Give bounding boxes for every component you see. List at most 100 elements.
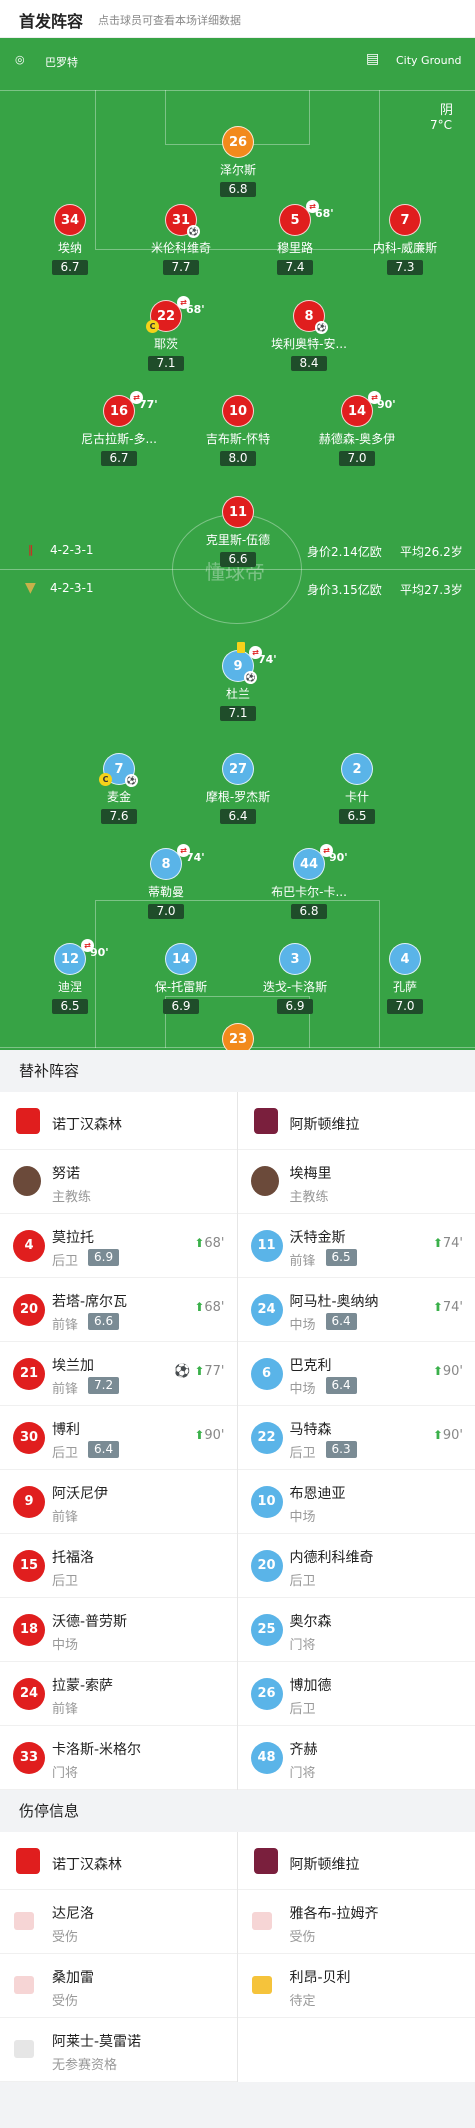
sub-name: 布恩迪亚 (289, 1486, 346, 1502)
sub-player-row[interactable]: 30 博利 后卫 6.4 ⬆90' (0, 1406, 237, 1470)
sub-position: 门将 (52, 1766, 79, 1781)
away-player[interactable]: 23达米安-马丁...7.0 (168, 1023, 308, 1050)
home-player[interactable]: 14 ⇄ 90' 赫德森-奥多伊 7.0 (287, 391, 427, 466)
away-coach-row[interactable]: 埃梅里 主教练 (237, 1150, 475, 1214)
jersey-number: 23 (222, 1023, 254, 1050)
forest-crest-icon (16, 1108, 40, 1134)
coach-name: 埃梅里 (289, 1166, 332, 1182)
sub-in-minute: ⬆90' (433, 1428, 463, 1443)
injury-row[interactable]: 利昂-贝利 待定 (237, 1954, 475, 2018)
away-team-row[interactable]: 阿斯顿维拉 (237, 1092, 475, 1150)
sub-player-row[interactable]: 24 拉蒙-索萨 前锋 (0, 1662, 237, 1726)
coach-role: 主教练 (52, 1190, 92, 1205)
sub-player-row[interactable]: 21 埃兰加 前锋 7.2 ⚽ ⬆77' (0, 1342, 237, 1406)
sub-number: 9 (13, 1486, 45, 1518)
sub-player-row[interactable]: 18 沃德-普劳斯 中场 (0, 1598, 237, 1662)
sub-player-row[interactable]: 26 博加德 后卫 (237, 1662, 475, 1726)
sub-position: 前锋 (52, 1702, 79, 1717)
home-team-row[interactable]: 诺丁汉森林 (0, 1092, 237, 1150)
sub-player-row[interactable]: 4 莫拉托 后卫 6.9 ⬆68' (0, 1214, 237, 1278)
player-rating: 7.7 (163, 260, 199, 275)
sub-name: 莫拉托 (52, 1230, 94, 1246)
sub-name: 巴克利 (289, 1358, 332, 1374)
lineup-subtitle: 点击球员可查看本场详细数据 (98, 14, 241, 27)
sub-in-minute: ⬆90' (433, 1364, 463, 1379)
home-player[interactable]: 11 克里斯-伍德 6.6 (168, 496, 308, 567)
sub-in-time: 74' (442, 1300, 463, 1315)
home-player[interactable]: 7 内科-威廉斯 7.3 (335, 204, 475, 275)
jersey-number: 14 (165, 943, 197, 975)
captain-icon: C (146, 320, 159, 333)
sub-position: 中场 (289, 1318, 316, 1333)
jersey-number: 27 (222, 753, 254, 785)
sub-player-row[interactable]: 15 托福洛 后卫 (0, 1534, 237, 1598)
sub-rating: 6.9 (88, 1249, 120, 1266)
sub-minute: 90' (90, 946, 109, 959)
away-player[interactable]: 2 卡什 6.5 (287, 753, 427, 824)
sub-player-row[interactable]: 11 沃特金斯 前锋 6.5 ⬆74' (237, 1214, 475, 1278)
injury-row[interactable]: 阿莱士-莫雷诺 无参赛资格 (0, 2018, 237, 2082)
subs-list: 诺丁汉森林 努诺 主教练 4 莫拉托 后卫 6.9 ⬆68' 20 若塔-席尔瓦 前锋 6.6 ⬆68'… (0, 1092, 475, 1790)
sub-in-minute: ⚽ ⬆77' (174, 1364, 225, 1379)
home-value: 身价2.14亿欧 (307, 545, 382, 559)
sub-player-row[interactable]: 20 内德利科维奇 后卫 (237, 1534, 475, 1598)
sub-player-row[interactable]: 10 布恩迪亚中场 (237, 1470, 475, 1534)
sub-name: 拉蒙-索萨 (52, 1678, 114, 1694)
player-name: 赫德森-奥多伊 (318, 432, 396, 446)
sub-rating: 6.4 (325, 1377, 357, 1394)
player-rating: 7.6 (101, 809, 137, 824)
home-coach-row[interactable]: 努诺 主教练 (0, 1150, 237, 1214)
sub-player-row[interactable]: 25 奥尔森 门将 (237, 1598, 475, 1662)
sub-name: 齐赫 (289, 1742, 318, 1758)
sub-player-row[interactable]: 48 齐赫 门将 (237, 1726, 475, 1790)
home-player[interactable]: 8 ⚽ 埃利奥特-安... 8.4 (239, 300, 379, 371)
sub-number: 48 (250, 1742, 283, 1774)
sub-number: 25 (250, 1614, 283, 1646)
injury-icon (251, 1912, 272, 1930)
player-name: 布巴卡尔-卡... (271, 885, 347, 899)
coach-role: 主教练 (289, 1190, 329, 1205)
sub-rating: 6.3 (325, 1441, 357, 1458)
home-player[interactable]: 22 ⇄ 68' C 耶茨 7.1 (96, 296, 236, 371)
jersey-number: 26 (222, 126, 254, 158)
sub-name: 阿马杜-奥纳纳 (289, 1294, 379, 1310)
sub-in-minute: ⬆68' (194, 1300, 224, 1315)
sub-player-row[interactable]: 24 阿马杜-奥纳纳 中场 6.4 ⬆74' (237, 1278, 475, 1342)
home-team-row[interactable]: 诺丁汉森林 (0, 1832, 237, 1890)
away-team-row[interactable]: 阿斯顿维拉 (237, 1832, 475, 1890)
away-player[interactable]: 8 ⇄ 74' 蒂勒曼 7.0 (96, 844, 236, 919)
away-player[interactable]: 44 ⇄ 90' 布巴卡尔-卡... 6.8 (239, 844, 379, 919)
sub-position: 中场 (289, 1382, 316, 1397)
sub-player-row[interactable]: 22 马特森 后卫 6.3 ⬆90' (237, 1406, 475, 1470)
sub-name: 卡洛斯-米格尔 (52, 1742, 142, 1758)
sub-player-row[interactable]: 20 若塔-席尔瓦 前锋 6.6 ⬆68' (0, 1278, 237, 1342)
home-subs-column: 诺丁汉森林 努诺 主教练 4 莫拉托 后卫 6.9 ⬆68' 20 若塔-席尔瓦 前锋 6.6 ⬆68'… (0, 1092, 238, 1790)
injury-icon (14, 1976, 34, 1994)
sub-number: 11 (250, 1230, 283, 1262)
team-name: 阿斯顿维拉 (289, 1117, 360, 1133)
home-kit-icon: ‖ (28, 543, 34, 556)
player-name: 克里斯-伍德 (205, 533, 271, 547)
away-player[interactable]: 9 ⇄ 74' ⚽ 杜兰 7.1 (168, 642, 308, 721)
home-player[interactable]: 26 泽尔斯 6.8 (168, 126, 308, 197)
sub-position: 中场 (289, 1510, 316, 1525)
jersey-number: 31 ⚽ (165, 204, 200, 238)
jersey-number: 11 (222, 496, 254, 528)
injury-status: 待定 (289, 1994, 316, 2009)
injury-row[interactable]: 达尼洛 受伤 (0, 1890, 237, 1954)
coach-name: 努诺 (52, 1166, 80, 1182)
sub-number: 6 (250, 1358, 283, 1390)
sub-number: 10 (250, 1486, 283, 1518)
away-player[interactable]: 4 孔萨 7.0 (335, 943, 475, 1014)
player-rating: 6.8 (220, 182, 256, 197)
sub-player-row[interactable]: 9 阿沃尼伊 前锋 (0, 1470, 237, 1534)
injury-player-name: 阿莱士-莫雷诺 (52, 2034, 142, 2050)
injury-title: 伤停信息 (0, 1790, 475, 1832)
injury-row[interactable]: 雅各布-拉姆齐 受伤 (237, 1890, 475, 1954)
injury-row[interactable]: 桑加雷 受伤 (0, 1954, 237, 2018)
sub-on-icon: ⬆ (432, 1364, 443, 1378)
sub-player-row[interactable]: 33 卡洛斯-米格尔 门将 (0, 1726, 237, 1790)
home-injury-column: 诺丁汉森林 达尼洛 受伤 桑加雷 受伤 阿莱士-莫雷诺 无参赛资格 (0, 1832, 238, 2082)
sub-name: 埃兰加 (52, 1358, 94, 1374)
sub-player-row[interactable]: 6 巴克利中场 6.4 ⬆90' (237, 1342, 475, 1406)
